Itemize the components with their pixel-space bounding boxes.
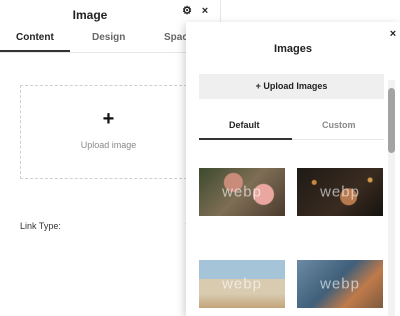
tab-custom[interactable]: Custom	[322, 120, 356, 130]
image-thumbnail[interactable]: webp	[297, 168, 383, 216]
tab-design[interactable]: Design	[92, 32, 125, 43]
plus-icon: +	[102, 108, 115, 130]
watermark-text: webp	[320, 275, 360, 293]
image-thumbnail[interactable]: webp	[199, 168, 285, 216]
panel-title: Image	[72, 8, 108, 22]
image-thumbnail[interactable]: webp	[297, 260, 383, 308]
upload-image-label: Upload image	[80, 140, 137, 150]
watermark-text: webp	[320, 183, 360, 201]
images-modal: Images × + Upload Images Default Custom …	[186, 22, 400, 316]
active-tab-indicator	[199, 138, 292, 140]
modal-title: Images	[274, 43, 312, 55]
watermark-text: webp	[222, 183, 262, 201]
upload-image-dropzone[interactable]: + Upload image	[20, 85, 197, 179]
image-thumbnail[interactable]: webp	[199, 260, 285, 308]
scrollbar-thumb[interactable]	[388, 88, 395, 153]
tab-content[interactable]: Content	[16, 32, 54, 43]
watermark-text: webp	[222, 275, 262, 293]
close-icon[interactable]: ×	[198, 4, 212, 18]
tab-default[interactable]: Default	[229, 120, 260, 130]
gear-icon[interactable]: ⚙	[180, 4, 194, 18]
link-type-label: Link Type:	[20, 221, 61, 231]
close-icon[interactable]: ×	[388, 28, 398, 40]
active-tab-indicator	[0, 50, 70, 52]
upload-images-button[interactable]: + Upload Images	[199, 74, 384, 99]
